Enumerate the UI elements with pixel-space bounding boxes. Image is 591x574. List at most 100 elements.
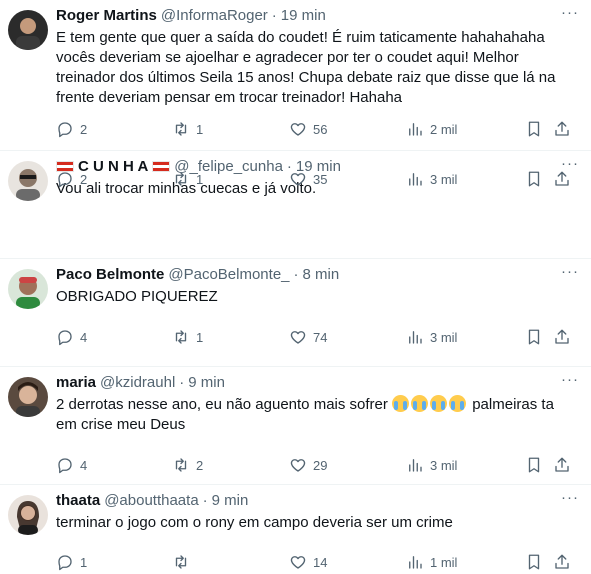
retweet-icon bbox=[175, 458, 187, 472]
user-handle[interactable]: @kzidrauhl bbox=[100, 374, 175, 391]
bookmark-button[interactable] bbox=[525, 552, 543, 572]
views-icon bbox=[409, 173, 422, 186]
retweet-button[interactable]: 1 bbox=[172, 169, 203, 189]
action-bar: 4 1 74 3 mil bbox=[56, 327, 581, 347]
crying-face-icon bbox=[392, 395, 410, 412]
tweet-header: Paco Belmonte @PacoBelmonte_ · 8 min bbox=[56, 259, 575, 283]
tweet-header: Roger Martins @InformaRoger · 19 min bbox=[56, 0, 575, 24]
tweet-header: thaata @aboutthaata · 9 min bbox=[56, 485, 575, 509]
share-button[interactable] bbox=[553, 119, 571, 139]
display-name[interactable]: Roger Martins bbox=[56, 7, 157, 24]
bookmark-button[interactable] bbox=[525, 455, 543, 475]
reply-button[interactable]: 4 bbox=[56, 327, 87, 347]
heart-icon bbox=[290, 123, 306, 136]
action-bar: 2 1 56 2 mil bbox=[56, 119, 581, 139]
retweet-button[interactable] bbox=[172, 552, 196, 572]
timestamp[interactable]: 9 min bbox=[212, 492, 249, 509]
avatar[interactable] bbox=[8, 161, 48, 201]
more-options-icon[interactable]: ··· bbox=[561, 489, 579, 506]
action-bar: 2 1 35 3 mil bbox=[56, 169, 581, 189]
reply-button[interactable]: 2 bbox=[56, 169, 87, 189]
views-icon bbox=[409, 556, 422, 569]
retweet-count: 1 bbox=[196, 121, 204, 137]
heart-icon bbox=[290, 459, 306, 472]
display-name[interactable]: Paco Belmonte bbox=[56, 266, 164, 283]
views-button[interactable]: 3 mil bbox=[406, 169, 457, 189]
tweet-text: OBRIGADO PIQUEREZ bbox=[56, 288, 218, 305]
reply-count: 2 bbox=[80, 121, 88, 137]
user-handle[interactable]: @PacoBelmonte_ bbox=[168, 266, 289, 283]
reply-feed: Roger Martins @InformaRoger · 19 min ···… bbox=[0, 0, 591, 574]
user-handle[interactable]: @aboutthaata bbox=[104, 492, 198, 509]
retweet-count: 2 bbox=[196, 457, 204, 473]
more-options-icon[interactable]: ··· bbox=[561, 371, 579, 388]
bookmark-icon bbox=[528, 554, 540, 570]
tweet[interactable]: C U N H A @_felipe_cunha · 19 min ··· Vo… bbox=[0, 151, 591, 259]
reply-count: 4 bbox=[80, 457, 88, 473]
retweet-icon bbox=[175, 122, 187, 136]
bookmark-icon bbox=[528, 457, 540, 473]
like-button[interactable]: 29 bbox=[289, 455, 327, 475]
more-options-icon[interactable]: ··· bbox=[561, 4, 579, 21]
tweet[interactable]: Roger Martins @InformaRoger · 19 min ···… bbox=[0, 0, 591, 151]
retweet-icon bbox=[175, 172, 187, 186]
action-bar: 1 14 1 mil bbox=[56, 552, 581, 572]
heart-icon bbox=[290, 173, 306, 186]
reply-count: 2 bbox=[80, 171, 88, 187]
reply-count: 4 bbox=[80, 329, 88, 345]
reply-button[interactable]: 2 bbox=[56, 119, 87, 139]
more-options-icon[interactable]: ··· bbox=[561, 263, 579, 280]
avatar[interactable] bbox=[8, 377, 48, 417]
tweet[interactable]: thaata @aboutthaata · 9 min ··· terminar… bbox=[0, 485, 591, 574]
bookmark-icon bbox=[528, 329, 540, 345]
timestamp[interactable]: 8 min bbox=[303, 266, 340, 283]
views-button[interactable]: 2 mil bbox=[406, 119, 457, 139]
tweet[interactable]: Paco Belmonte @PacoBelmonte_ · 8 min ···… bbox=[0, 259, 591, 367]
tweet[interactable]: maria @kzidrauhl · 9 min ··· 2 derrotas … bbox=[0, 367, 591, 485]
share-button[interactable] bbox=[553, 169, 571, 189]
reply-icon bbox=[58, 122, 72, 138]
bookmark-icon bbox=[528, 121, 540, 137]
views-button[interactable]: 3 mil bbox=[406, 455, 457, 475]
retweet-button[interactable]: 2 bbox=[172, 455, 203, 475]
bookmark-button[interactable] bbox=[525, 119, 543, 139]
share-button[interactable] bbox=[553, 455, 571, 475]
reply-count: 1 bbox=[80, 554, 88, 570]
reply-button[interactable]: 1 bbox=[56, 552, 87, 572]
like-button[interactable]: 35 bbox=[289, 169, 327, 189]
timestamp[interactable]: 19 min bbox=[281, 7, 326, 24]
user-handle[interactable]: @InformaRoger bbox=[161, 7, 268, 24]
timestamp[interactable]: 9 min bbox=[188, 374, 225, 391]
tweet-text: terminar o jogo com o rony em campo deve… bbox=[56, 514, 453, 531]
tweet-text-part: 2 derrotas nesse ano, eu não aguento mai… bbox=[56, 396, 393, 413]
like-button[interactable]: 56 bbox=[289, 119, 327, 139]
heart-icon bbox=[290, 556, 306, 569]
retweet-icon bbox=[175, 555, 187, 569]
bookmark-button[interactable] bbox=[525, 327, 543, 347]
display-name[interactable]: maria bbox=[56, 374, 96, 391]
like-button[interactable]: 14 bbox=[289, 552, 327, 572]
share-button[interactable] bbox=[553, 552, 571, 572]
display-name[interactable]: thaata bbox=[56, 492, 100, 509]
reply-icon bbox=[58, 458, 72, 474]
bookmark-icon bbox=[528, 171, 540, 187]
avatar[interactable] bbox=[8, 495, 48, 535]
avatar[interactable] bbox=[8, 10, 48, 50]
share-button[interactable] bbox=[553, 327, 571, 347]
views-icon bbox=[409, 459, 422, 472]
retweet-count: 1 bbox=[196, 329, 204, 345]
retweet-button[interactable]: 1 bbox=[172, 119, 203, 139]
retweet-button[interactable]: 1 bbox=[172, 327, 203, 347]
bookmark-button[interactable] bbox=[525, 169, 543, 189]
view-count: 3 mil bbox=[430, 457, 458, 473]
like-count: 74 bbox=[313, 329, 328, 345]
like-button[interactable]: 74 bbox=[289, 327, 327, 347]
views-button[interactable]: 1 mil bbox=[406, 552, 457, 572]
like-count: 29 bbox=[313, 457, 328, 473]
like-count: 56 bbox=[313, 121, 328, 137]
separator-dot: · bbox=[179, 374, 185, 391]
avatar[interactable] bbox=[8, 269, 48, 309]
views-button[interactable]: 3 mil bbox=[406, 327, 457, 347]
reply-button[interactable]: 4 bbox=[56, 455, 87, 475]
view-count: 2 mil bbox=[430, 121, 458, 137]
